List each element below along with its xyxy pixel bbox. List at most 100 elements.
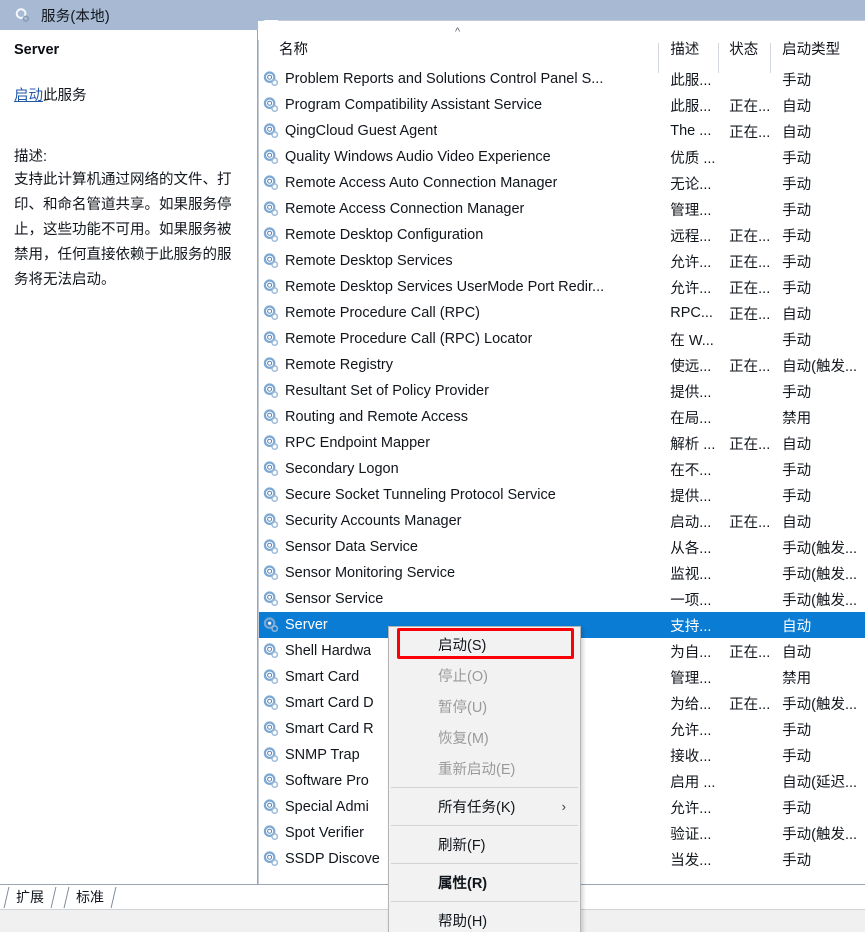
service-name-label: Remote Procedure Call (RPC) Locator xyxy=(285,331,533,347)
cell-description: 无论... xyxy=(670,176,712,193)
table-row[interactable]: Program Compatibility Assistant Service 此… xyxy=(259,92,865,118)
table-row[interactable]: Problem Reports and Solutions Control Pa… xyxy=(259,66,865,92)
cell-description: 此服... xyxy=(670,72,712,89)
cell-startup-type: 自动 xyxy=(782,306,812,323)
service-name-label: Sensor Data Service xyxy=(285,539,418,555)
table-row[interactable]: Remote Procedure Call (RPC) Locator 在 W..… xyxy=(259,326,865,352)
cell-startup-type: 手动(触发... xyxy=(782,592,858,609)
column-divider[interactable] xyxy=(718,43,720,73)
service-context-menu[interactable]: 启动(S) 停止(O) 暂停(U) 恢复(M) 重新启动(E) 所有任务(K) › 刷新(F)… xyxy=(388,626,581,932)
cell-name: Remote Desktop Services UserMode Port Re… xyxy=(259,278,658,296)
table-row[interactable]: Quality Windows Audio Video Experience 优质… xyxy=(259,144,865,170)
cell-startup-type: 手动 xyxy=(782,462,812,479)
table-row[interactable]: Resultant Set of Policy Provider 提供... 手动 xyxy=(259,378,865,404)
service-gear-icon xyxy=(262,434,280,452)
cell-startup-type: 手动 xyxy=(782,332,812,349)
cell-description: 解析 ... xyxy=(670,436,716,453)
service-gear-icon xyxy=(262,538,280,556)
cell-status: 正在... xyxy=(729,696,771,713)
table-row[interactable]: Remote Registry 使远... 正在... 自动(触发... xyxy=(259,352,865,378)
column-header-startup-type[interactable]: 启动类型 xyxy=(770,38,865,73)
service-name-label: RPC Endpoint Mapper xyxy=(285,435,431,451)
tab-extended[interactable]: 扩展 xyxy=(3,887,57,908)
cell-status: 正在... xyxy=(729,436,771,453)
service-gear-icon xyxy=(262,564,280,582)
services-console-window: 服务(本地) Server 启动此服务 描述: 支持此计算机通过网络的文件、打印… xyxy=(0,0,865,932)
menu-item[interactable]: 帮助(H) xyxy=(389,905,580,932)
menu-item[interactable]: 刷新(F) xyxy=(389,829,580,860)
menu-item-label: 属性(R) xyxy=(438,876,488,892)
cell-name: Remote Procedure Call (RPC) Locator xyxy=(259,330,658,348)
table-row[interactable]: Remote Procedure Call (RPC) RPC... 正在... 自动 xyxy=(259,300,865,326)
table-row[interactable]: QingCloud Guest Agent The ... 正在... 自动 xyxy=(259,118,865,144)
cell-description: 在不... xyxy=(670,462,712,479)
column-divider[interactable] xyxy=(658,43,660,73)
service-gear-icon xyxy=(262,668,280,686)
service-name-label: Remote Desktop Configuration xyxy=(285,227,484,243)
table-row[interactable]: Sensor Data Service 从各... 手动(触发... xyxy=(259,534,865,560)
column-header-status[interactable]: 状态 xyxy=(718,38,770,73)
service-name-label: Remote Procedure Call (RPC) xyxy=(285,305,481,321)
service-gear-icon xyxy=(262,96,280,114)
service-name-label: Shell Hardwa xyxy=(285,643,372,659)
table-row[interactable]: Remote Desktop Services 允许... 正在... 手动 xyxy=(259,248,865,274)
menu-item[interactable]: 启动(S) xyxy=(389,629,580,660)
menu-item-label: 所有任务(K) xyxy=(438,800,516,816)
cell-startup-type: 自动(触发... xyxy=(782,358,858,375)
service-gear-icon xyxy=(262,330,280,348)
table-row[interactable]: Remote Access Connection Manager 管理... 手动 xyxy=(259,196,865,222)
cell-name: Secure Socket Tunneling Protocol Service xyxy=(259,486,658,504)
service-gear-icon xyxy=(262,772,280,790)
table-row[interactable]: Security Accounts Manager 启动... 正在... 自动 xyxy=(259,508,865,534)
table-row[interactable]: Routing and Remote Access 在局... 禁用 xyxy=(259,404,865,430)
table-row[interactable]: Sensor Service 一项... 手动(触发... xyxy=(259,586,865,612)
cell-description: 允许... xyxy=(670,280,712,297)
table-row[interactable]: Secure Socket Tunneling Protocol Service… xyxy=(259,482,865,508)
selected-service-title: Server xyxy=(14,42,60,58)
header-blue-strip xyxy=(258,0,865,21)
table-row[interactable]: RPC Endpoint Mapper 解析 ... 正在... 自动 xyxy=(259,430,865,456)
cell-status: 正在... xyxy=(729,228,771,245)
service-details-pane: 服务(本地) Server 启动此服务 描述: 支持此计算机通过网络的文件、打印… xyxy=(0,0,258,884)
table-row[interactable]: Secondary Logon 在不... 手动 xyxy=(259,456,865,482)
service-gear-icon xyxy=(262,148,280,166)
service-name-label: Special Admi xyxy=(285,799,369,815)
column-divider[interactable] xyxy=(770,43,772,73)
service-name-label: Spot Verifier xyxy=(285,825,364,841)
service-gear-icon xyxy=(262,226,280,244)
cell-name: Remote Desktop Services xyxy=(259,252,658,270)
service-name-label: Software Pro xyxy=(285,773,369,789)
console-tree-header-label: 服务(本地) xyxy=(41,8,110,25)
cell-description: 管理... xyxy=(670,670,712,687)
cell-description: 在 W... xyxy=(670,332,714,349)
column-header-name[interactable]: 名称 xyxy=(259,38,658,66)
service-name-label: Smart Card R xyxy=(285,721,374,737)
cell-name: Program Compatibility Assistant Service xyxy=(259,96,658,114)
cell-description: 允许... xyxy=(670,722,712,739)
cell-description: RPC... xyxy=(670,305,713,321)
cell-description: 提供... xyxy=(670,488,712,505)
menu-item[interactable]: 属性(R) xyxy=(389,867,580,898)
menu-item-label: 帮助(H) xyxy=(438,914,488,930)
service-gear-icon xyxy=(262,200,280,218)
cell-description: 管理... xyxy=(670,202,712,219)
column-header-description[interactable]: 描述 xyxy=(658,38,718,73)
cell-description: 验证... xyxy=(670,826,712,843)
table-row[interactable]: Remote Access Auto Connection Manager 无论.… xyxy=(259,170,865,196)
tab-standard[interactable]: 标准 xyxy=(63,887,117,908)
service-name-label: Quality Windows Audio Video Experience xyxy=(285,149,551,165)
service-gear-icon xyxy=(262,382,280,400)
column-header-description-label: 描述 xyxy=(670,42,700,58)
tab-standard-label: 标准 xyxy=(76,889,104,905)
start-service-link[interactable]: 启动 xyxy=(14,88,43,104)
cell-startup-type: 自动 xyxy=(782,436,812,453)
menu-item[interactable]: 所有任务(K) › xyxy=(389,791,580,822)
table-row[interactable]: Remote Desktop Services UserMode Port Re… xyxy=(259,274,865,300)
menu-item-label: 启动(S) xyxy=(438,638,487,654)
table-row[interactable]: Remote Desktop Configuration 远程... 正在... 手动 xyxy=(259,222,865,248)
service-gear-icon xyxy=(262,174,280,192)
cell-status: 正在... xyxy=(729,124,771,141)
table-row[interactable]: Sensor Monitoring Service 监视... 手动(触发... xyxy=(259,560,865,586)
service-name-label: Smart Card xyxy=(285,669,360,685)
service-gear-icon xyxy=(262,70,280,88)
